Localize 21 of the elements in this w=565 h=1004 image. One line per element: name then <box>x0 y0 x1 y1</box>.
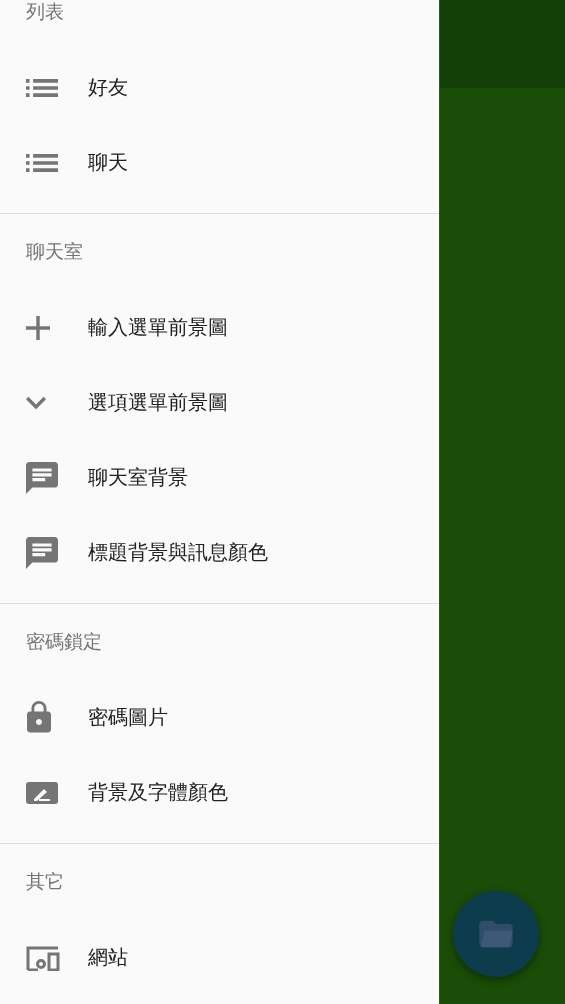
menu-item[interactable]: 聊天室背景 <box>0 440 439 515</box>
section-header: 密碼鎖定 <box>26 629 102 654</box>
menu-item[interactable]: 選項選單前景圖 <box>0 365 439 440</box>
section-header: 列表 <box>26 0 64 24</box>
chevron-down-icon <box>26 395 46 410</box>
menu-item[interactable]: 密碼圖片 <box>0 680 439 755</box>
menu-item[interactable]: 聊天 <box>0 125 439 200</box>
message-icon <box>26 461 58 494</box>
menu-item[interactable]: 網站 <box>0 920 439 995</box>
plus-icon <box>26 315 50 340</box>
pencil-box-icon <box>26 781 58 804</box>
devices-icon <box>26 944 60 971</box>
menu-item[interactable]: 標題背景與訊息顏色 <box>0 515 439 590</box>
section-header: 聊天室 <box>26 239 83 264</box>
message-icon <box>26 536 58 569</box>
lock-icon <box>26 701 52 734</box>
section-header: 其它 <box>26 869 64 894</box>
folder-button[interactable] <box>453 891 539 977</box>
menu-item[interactable]: 背景及字體顏色 <box>0 755 439 830</box>
menu-item[interactable]: 輸入選單前景圖 <box>0 290 439 365</box>
menu-item[interactable]: 好友 <box>0 50 439 125</box>
